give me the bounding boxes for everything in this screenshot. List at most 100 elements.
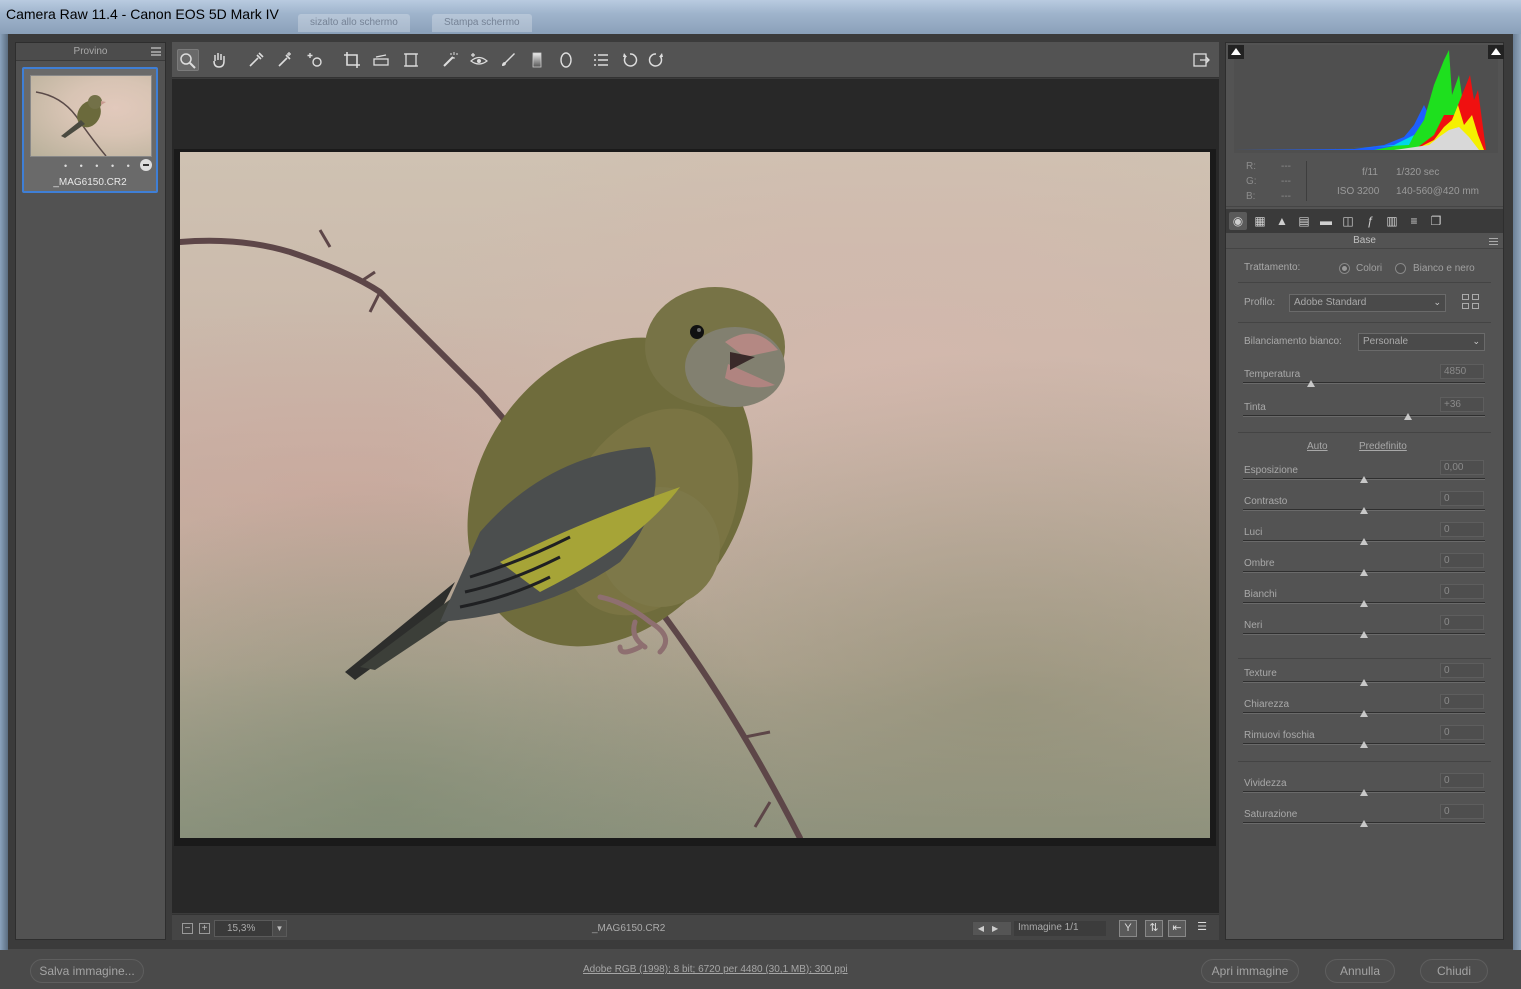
slider-thumb[interactable] [1360, 789, 1368, 796]
treatment-bw-radio[interactable] [1395, 263, 1406, 274]
auto-link[interactable]: Auto [1307, 441, 1328, 452]
open-preferences-icon[interactable] [1190, 49, 1212, 71]
slider-thumb[interactable] [1360, 538, 1368, 545]
rotate-right-icon[interactable] [645, 49, 667, 71]
slider-value-field[interactable]: 0 [1440, 491, 1484, 506]
slider-thumb[interactable] [1360, 476, 1368, 483]
photo-preview[interactable] [180, 152, 1210, 838]
zoom-out-button[interactable]: − [182, 923, 193, 934]
red-eye-icon[interactable] [468, 49, 490, 71]
window-title: Camera Raw 11.4 - Canon EOS 5D Mark IV [6, 6, 279, 22]
tab-snapshots-icon[interactable]: ❐ [1427, 212, 1445, 230]
color-sampler-icon[interactable] [274, 49, 296, 71]
slider-value-field[interactable]: 0 [1440, 584, 1484, 599]
spot-removal-icon[interactable] [439, 49, 461, 71]
highlight-clipping-warning-icon[interactable] [1488, 45, 1504, 59]
copy-settings-icon[interactable]: ⇤ [1168, 920, 1186, 937]
aperture: f/11 [1362, 167, 1378, 178]
straighten-icon[interactable] [370, 49, 392, 71]
radial-filter-icon[interactable] [555, 49, 577, 71]
slider-value-field[interactable]: 0 [1440, 804, 1484, 819]
treatment-bw-label: Bianco e nero [1413, 263, 1475, 274]
slider-value-field[interactable]: 0 [1440, 694, 1484, 709]
slider-value-field[interactable]: 0 [1440, 663, 1484, 678]
background-tab: sizalto allo schermo [298, 14, 410, 32]
tab-hsl-icon[interactable]: ▤ [1295, 212, 1313, 230]
slider-thumb[interactable] [1360, 741, 1368, 748]
histogram-graph [1234, 50, 1486, 150]
crop-icon[interactable] [341, 49, 363, 71]
profile-browser-grid-icon[interactable] [1462, 294, 1482, 312]
workflow-options-link[interactable]: Adobe RGB (1998); 8 bit; 6720 per 4480 (… [583, 964, 848, 975]
panel-menu-icon[interactable] [1489, 238, 1498, 245]
g-value: --- [1281, 176, 1291, 187]
slider-thumb[interactable] [1360, 679, 1368, 686]
photo-content [180, 229, 803, 838]
slider-label: Saturazione [1244, 809, 1298, 820]
shadow-clipping-warning-icon[interactable] [1228, 45, 1244, 59]
slider-value-field[interactable]: 0 [1440, 615, 1484, 630]
save-image-button[interactable]: Salva immagine... [30, 959, 144, 983]
tab-effects-icon[interactable]: ƒ [1361, 212, 1379, 230]
filmstrip-thumbnail[interactable]: • • • • • _MAG6150.CR2 [22, 67, 158, 193]
slider-label: Neri [1244, 620, 1263, 631]
default-link[interactable]: Predefinito [1359, 441, 1407, 452]
tab-basic-icon[interactable]: ◉ [1229, 212, 1247, 230]
close-button[interactable]: Chiudi [1420, 959, 1488, 983]
slider-thumb[interactable] [1360, 507, 1368, 514]
info-divider [1306, 161, 1307, 201]
white-balance-select[interactable]: Personale ⌄ [1358, 333, 1485, 351]
tab-tone-curve-icon[interactable]: ▦ [1251, 212, 1269, 230]
slider-thumb[interactable] [1360, 820, 1368, 827]
settings-sliders-icon[interactable]: ☰ [1193, 920, 1211, 937]
image-preview-area[interactable] [172, 79, 1219, 913]
slider-value-field[interactable]: 0 [1440, 773, 1484, 788]
slider-thumb[interactable] [1360, 600, 1368, 607]
slider-track[interactable] [1243, 415, 1485, 417]
presets-list-icon[interactable] [590, 49, 612, 71]
hand-icon[interactable] [208, 49, 230, 71]
cancel-button[interactable]: Annulla [1325, 959, 1395, 983]
treatment-color-radio[interactable] [1339, 263, 1350, 274]
open-image-button[interactable]: Apri immagine [1201, 959, 1299, 983]
window-edge [0, 34, 8, 950]
tab-calibration-icon[interactable]: ▥ [1383, 212, 1401, 230]
window-edge [1513, 34, 1521, 989]
tab-split-toning-icon[interactable]: ▬ [1317, 212, 1335, 230]
slider-thumb[interactable] [1360, 631, 1368, 638]
slider-value-field[interactable]: 0 [1440, 522, 1484, 537]
swap-settings-icon[interactable]: ⇅ [1145, 920, 1163, 937]
slider-value-field[interactable]: +36 [1440, 397, 1484, 412]
graduated-filter-icon[interactable] [526, 49, 548, 71]
profile-select[interactable]: Adobe Standard ⌄ [1289, 294, 1446, 312]
transform-icon[interactable] [400, 49, 422, 71]
tab-lens-corrections-icon[interactable]: ◫ [1339, 212, 1357, 230]
adjustment-brush-icon[interactable] [497, 49, 519, 71]
zoom-dropdown-chevron-icon[interactable]: ▼ [272, 920, 287, 937]
background-tab: Stampa schermo [432, 14, 532, 32]
image-navigation-arrows[interactable]: ◀▶ [972, 921, 1012, 936]
slider-value-field[interactable]: 0,00 [1440, 460, 1484, 475]
zoom-icon[interactable] [177, 49, 199, 71]
slider-label: Ombre [1244, 558, 1275, 569]
slider-thumb[interactable] [1360, 710, 1368, 717]
white-balance-icon[interactable] [245, 49, 267, 71]
before-after-icon[interactable]: Y [1119, 920, 1137, 937]
zoom-in-button[interactable]: + [199, 923, 210, 934]
targeted-adjustment-icon[interactable] [304, 49, 326, 71]
slider-value-field[interactable]: 0 [1440, 553, 1484, 568]
slider-thumb[interactable] [1360, 569, 1368, 576]
slider-value-field[interactable]: 0 [1440, 725, 1484, 740]
slider-thumb[interactable] [1306, 380, 1315, 387]
tab-detail-icon[interactable]: ▲ [1273, 212, 1291, 230]
slider-label: Chiarezza [1244, 699, 1290, 710]
rotate-left-icon[interactable] [619, 49, 641, 71]
rating-dots[interactable]: • • • • • [64, 161, 135, 171]
slider-thumb[interactable] [1403, 413, 1412, 420]
white-balance-label: Bilanciamento bianco: [1244, 336, 1342, 347]
slider-value-field[interactable]: 4850 [1440, 364, 1484, 379]
tab-presets-icon[interactable]: ≡ [1405, 212, 1423, 230]
menu-icon[interactable] [151, 47, 161, 56]
slider-track[interactable] [1243, 382, 1485, 384]
r-value: --- [1281, 161, 1291, 172]
